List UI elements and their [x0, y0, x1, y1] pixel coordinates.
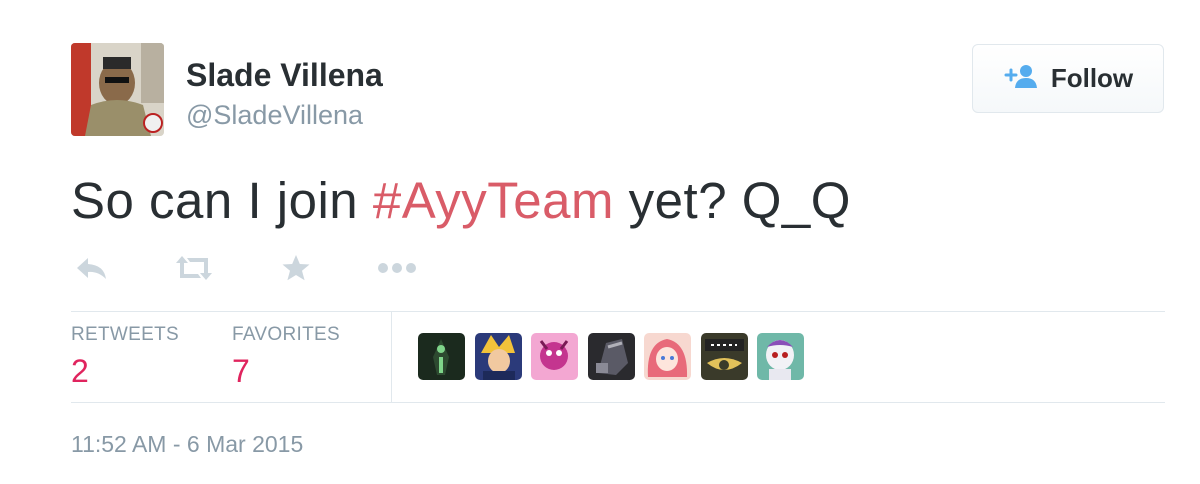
user-avatar[interactable] — [71, 43, 164, 136]
tweet-timestamp[interactable]: 11:52 AM - 6 Mar 2015 — [71, 431, 303, 458]
favoriter-avatar-3[interactable] — [531, 333, 578, 380]
reply-icon — [74, 255, 108, 286]
stats-top-divider — [71, 311, 1165, 312]
reply-button[interactable] — [71, 252, 111, 288]
stats-vertical-divider — [391, 311, 392, 402]
user-display-name[interactable]: Slade Villena — [186, 56, 383, 94]
favorites-label[interactable]: FAVORITES — [232, 324, 340, 346]
tweet-text: So can I join #AyyTeam yet? Q_Q — [71, 170, 851, 232]
favoriter-avatar-6[interactable] — [701, 333, 748, 380]
hashtag-link[interactable]: #AyyTeam — [373, 172, 614, 229]
add-user-icon — [1003, 63, 1037, 94]
retweets-label[interactable]: RETWEETS — [71, 324, 179, 346]
favoriter-avatar-1[interactable] — [418, 333, 465, 380]
tweet-text-before: So can I join — [71, 172, 373, 229]
avatar-image — [71, 43, 164, 136]
more-button[interactable] — [377, 252, 417, 288]
favorite-button[interactable] — [276, 252, 316, 288]
user-screen-name[interactable]: @SladeVillena — [186, 99, 363, 131]
stats-bottom-divider — [71, 402, 1165, 403]
more-icon — [377, 261, 417, 279]
favoriter-avatar-5[interactable] — [644, 333, 691, 380]
favorites-count[interactable]: 7 — [232, 352, 250, 390]
tweet-card: Slade Villena @SladeVillena Follow So ca… — [0, 0, 1200, 484]
follow-button-label: Follow — [1050, 63, 1134, 93]
favoriter-avatar-7[interactable] — [757, 333, 804, 380]
tweet-text-after: yet? Q_Q — [614, 172, 851, 229]
retweet-icon — [174, 254, 214, 287]
favoriter-avatar-4[interactable] — [588, 333, 635, 380]
follow-button[interactable]: Follow — [972, 44, 1164, 113]
star-icon — [281, 253, 311, 288]
favoriter-avatar-2[interactable] — [475, 333, 522, 380]
retweets-count[interactable]: 2 — [71, 352, 89, 390]
retweet-button[interactable] — [174, 252, 214, 288]
